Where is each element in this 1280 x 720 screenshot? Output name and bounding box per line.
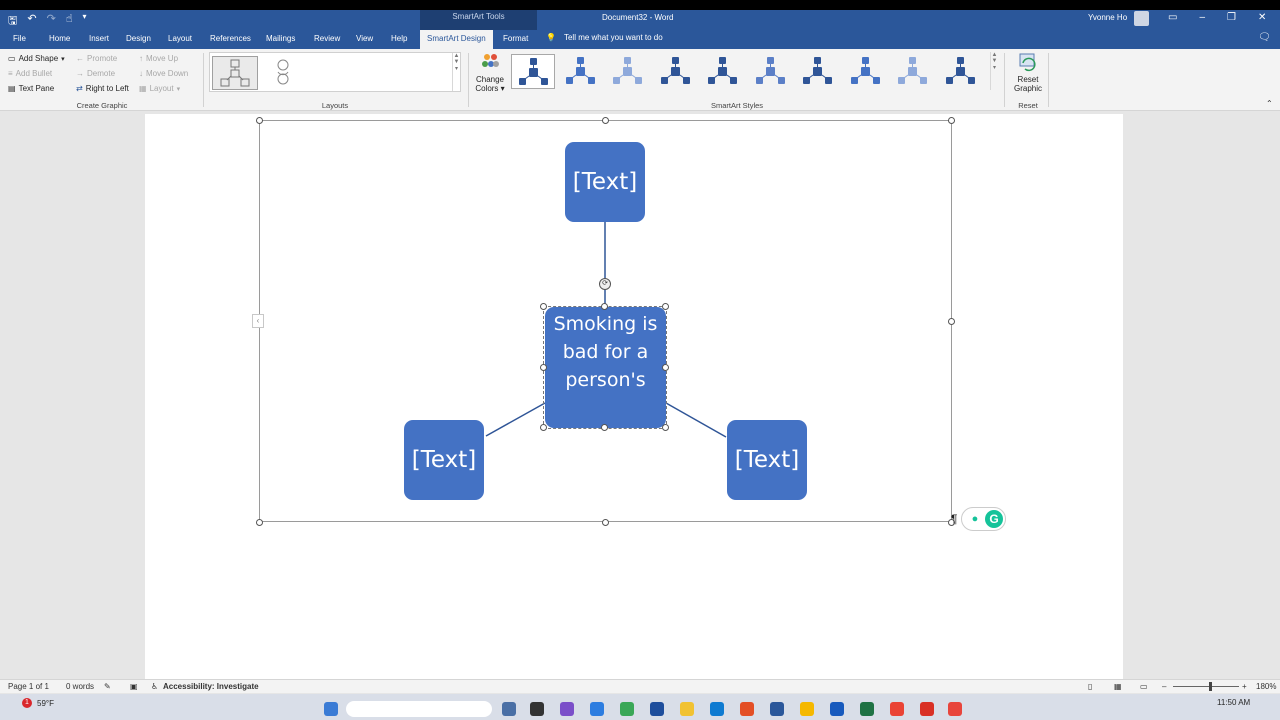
taskbar-search[interactable]: [346, 701, 492, 717]
folder-icon[interactable]: [800, 702, 814, 716]
file-explorer-icon[interactable]: [680, 702, 694, 716]
weather-widget[interactable]: 1 59°F: [22, 698, 54, 708]
frame-resize-handle[interactable]: [256, 519, 263, 526]
text-pane-toggle-arrow[interactable]: ‹: [252, 314, 264, 328]
smartart-node-left[interactable]: [Text]: [404, 420, 484, 500]
node-resize-handle[interactable]: [601, 303, 608, 310]
zoom-in-icon[interactable]: +: [1242, 682, 1247, 691]
node-resize-handle[interactable]: [662, 364, 669, 371]
node-selection-outline: [543, 306, 667, 429]
web-layout-icon[interactable]: ▭: [1140, 682, 1148, 691]
rotate-handle-icon[interactable]: ⟳: [599, 278, 611, 290]
frame-resize-handle[interactable]: [948, 117, 955, 124]
grammarly-widget[interactable]: ● G: [961, 507, 1006, 531]
node-resize-handle[interactable]: [601, 424, 608, 431]
start-menu-icon[interactable]: [324, 702, 338, 716]
smartart-node-top[interactable]: [Text]: [565, 142, 645, 222]
smartart-node-right[interactable]: [Text]: [727, 420, 807, 500]
node-resize-handle[interactable]: [540, 303, 547, 310]
weather-alert-badge: 1: [22, 698, 32, 708]
page-count[interactable]: Page 1 of 1: [8, 682, 49, 691]
word-active-icon[interactable]: [830, 702, 844, 716]
zoom-slider-thumb[interactable]: [1209, 682, 1212, 691]
zoom-app-icon[interactable]: [590, 702, 604, 716]
zoom-slider-track[interactable]: [1173, 686, 1239, 687]
grammarly-logo-icon[interactable]: G: [985, 510, 1003, 528]
accessibility-status[interactable]: Accessibility: Investigate: [163, 682, 259, 691]
widgets-icon[interactable]: [530, 702, 544, 716]
read-mode-icon[interactable]: ▯: [1088, 682, 1092, 691]
node-resize-handle[interactable]: [540, 364, 547, 371]
node-resize-handle[interactable]: [662, 303, 669, 310]
proofing-icon[interactable]: ✎: [104, 682, 111, 691]
task-view-icon[interactable]: [502, 702, 516, 716]
accessibility-icon[interactable]: ♿: [151, 682, 158, 691]
excel-icon[interactable]: [860, 702, 874, 716]
node-resize-handle[interactable]: [540, 424, 547, 431]
sheets-icon[interactable]: [620, 702, 634, 716]
paragraph-mark-icon: ¶: [951, 512, 958, 526]
zoom-out-icon[interactable]: –: [1162, 682, 1166, 691]
frame-resize-handle[interactable]: [256, 117, 263, 124]
chrome-icon[interactable]: [890, 702, 904, 716]
status-bar: Page 1 of 1 0 words ✎ ▣ ♿ Accessibility:…: [0, 679, 1280, 693]
node-resize-handle[interactable]: [662, 424, 669, 431]
frame-resize-handle[interactable]: [602, 117, 609, 124]
edge-icon[interactable]: [710, 702, 724, 716]
print-layout-icon[interactable]: ▦: [1114, 682, 1122, 691]
frame-resize-handle[interactable]: [602, 519, 609, 526]
word-icon[interactable]: [770, 702, 784, 716]
zoom-level[interactable]: 180%: [1256, 682, 1276, 691]
frame-resize-handle[interactable]: [948, 318, 955, 325]
weather-temperature: 59°F: [37, 698, 54, 708]
teams-icon[interactable]: [560, 702, 574, 716]
app-icon[interactable]: [948, 702, 962, 716]
acrobat-icon[interactable]: [920, 702, 934, 716]
taskbar-clock[interactable]: 11:50 AM: [1217, 698, 1250, 707]
outlook-icon[interactable]: [650, 702, 664, 716]
word-count[interactable]: 0 words: [66, 682, 94, 691]
windows-taskbar: 1 59°F 11:50 AM: [0, 694, 1280, 720]
grammarly-bulb-icon[interactable]: ●: [968, 512, 982, 526]
macro-icon[interactable]: ▣: [130, 682, 138, 691]
powerpoint-icon[interactable]: [740, 702, 754, 716]
